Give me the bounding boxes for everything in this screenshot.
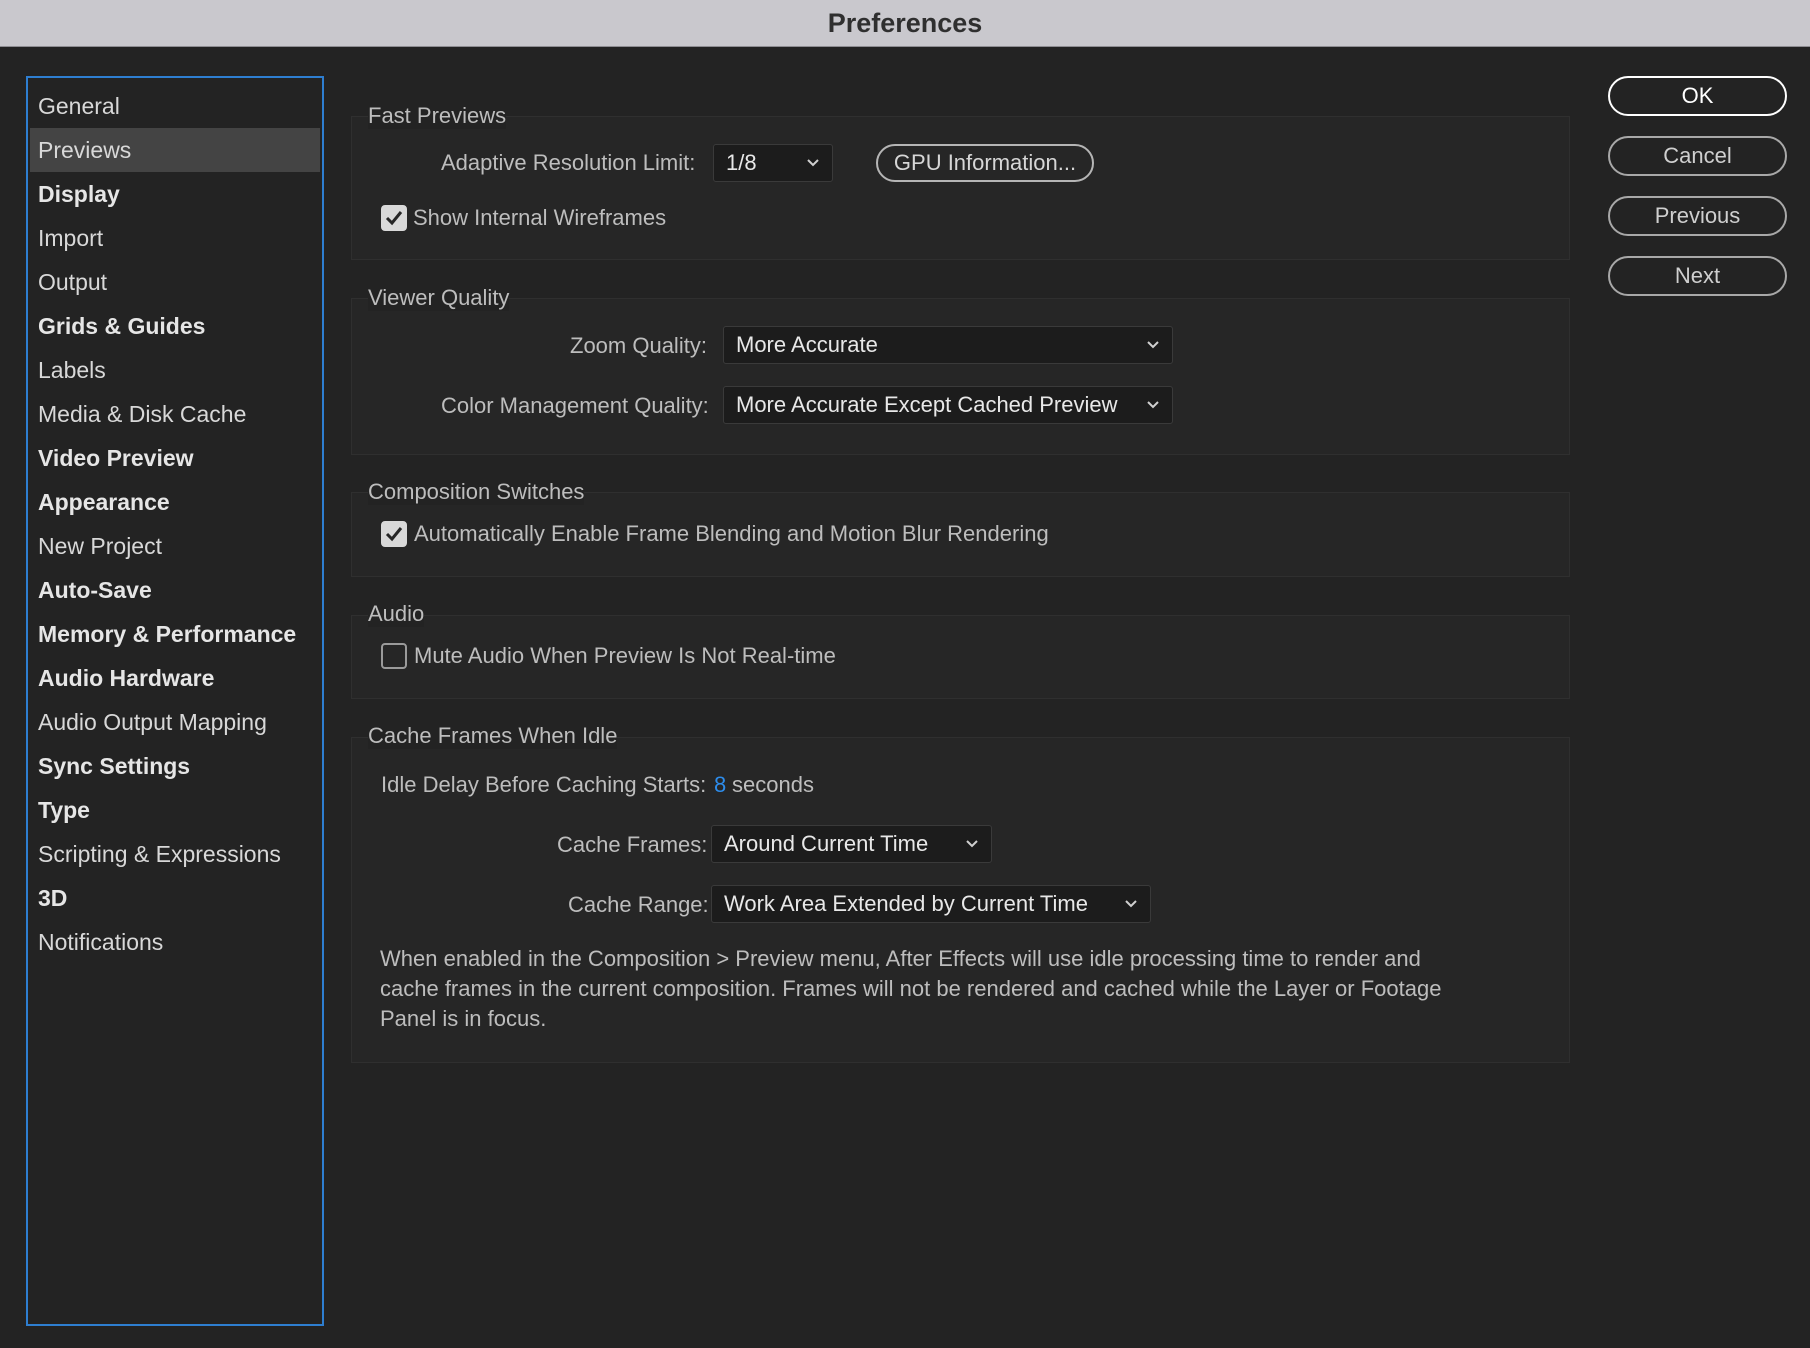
chevron-down-icon: [1147, 341, 1159, 349]
viewer-quality-title: Viewer Quality: [368, 285, 510, 311]
adaptive-resolution-dropdown[interactable]: 1/8: [713, 144, 833, 182]
chevron-down-icon: [966, 840, 978, 848]
sidebar-item-notifications[interactable]: Notifications: [28, 920, 322, 964]
mute-audio-label: Mute Audio When Preview Is Not Real-time: [414, 643, 836, 668]
composition-switches-title: Composition Switches: [368, 479, 585, 505]
sidebar-item-previews[interactable]: Previews: [30, 128, 320, 172]
cache-range-label: Cache Range:: [568, 892, 709, 917]
mute-audio-checkbox[interactable]: [381, 643, 407, 669]
sidebar-item-appearance[interactable]: Appearance: [28, 480, 322, 524]
sidebar-item-scripting-and-expressions[interactable]: Scripting & Expressions: [28, 832, 322, 876]
idle-delay-value[interactable]: 8: [714, 772, 726, 798]
cache-range-value: Work Area Extended by Current Time: [724, 891, 1088, 916]
cache-frames-value: Around Current Time: [724, 831, 929, 856]
preferences-sidebar: General Previews Display Import Output Grids …: [26, 76, 324, 1326]
idle-delay-unit: seconds: [732, 772, 814, 797]
chevron-down-icon: [1125, 900, 1137, 908]
idle-delay-label: Idle Delay Before Caching Starts:: [381, 772, 707, 797]
adaptive-resolution-label: Adaptive Resolution Limit:: [441, 150, 696, 175]
show-wireframes-checkbox[interactable]: [381, 205, 407, 231]
cache-range-dropdown[interactable]: Work Area Extended by Current Time: [711, 885, 1151, 923]
show-wireframes-label: Show Internal Wireframes: [413, 205, 667, 230]
cache-frames-dropdown[interactable]: Around Current Time: [711, 825, 992, 863]
title-bar: Preferences: [0, 0, 1810, 47]
cache-frames-label: Cache Frames:: [557, 832, 708, 857]
adaptive-resolution-value: 1/8: [726, 150, 757, 175]
cache-description: When enabled in the Composition > Previe…: [380, 946, 1442, 1031]
sidebar-item-media-and-disk-cache[interactable]: Media & Disk Cache: [28, 392, 322, 436]
sidebar-item-output[interactable]: Output: [28, 260, 322, 304]
ok-button[interactable]: OK: [1608, 76, 1787, 116]
sidebar-item-display[interactable]: Display: [28, 172, 322, 216]
gpu-information-button[interactable]: GPU Information...: [876, 144, 1094, 182]
cancel-button[interactable]: Cancel: [1608, 136, 1787, 176]
fast-previews-group: [351, 116, 1570, 260]
sidebar-item-memory-and-performance[interactable]: Memory & Performance: [28, 612, 322, 656]
cache-idle-title: Cache Frames When Idle: [368, 723, 618, 749]
window-title: Preferences: [827, 7, 983, 38]
viewer-quality-group: [351, 298, 1570, 455]
previous-button[interactable]: Previous: [1608, 196, 1787, 236]
sidebar-item-3d[interactable]: 3D: [28, 876, 322, 920]
sidebar-item-type[interactable]: Type: [28, 788, 322, 832]
sidebar-item-auto-save[interactable]: Auto-Save: [28, 568, 322, 612]
audio-title: Audio: [368, 601, 425, 627]
chevron-down-icon: [1147, 401, 1159, 409]
checkmark-icon: [385, 211, 403, 226]
sidebar-item-labels[interactable]: Labels: [28, 348, 322, 392]
sidebar-item-sync-settings[interactable]: Sync Settings: [28, 744, 322, 788]
color-management-label: Color Management Quality:: [441, 393, 709, 418]
color-management-value: More Accurate Except Cached Preview: [736, 392, 1118, 417]
auto-frame-blending-label: Automatically Enable Frame Blending and …: [414, 521, 1049, 546]
sidebar-item-audio-hardware[interactable]: Audio Hardware: [28, 656, 322, 700]
sidebar-item-video-preview[interactable]: Video Preview: [28, 436, 322, 480]
sidebar-item-new-project[interactable]: New Project: [28, 524, 322, 568]
color-management-dropdown[interactable]: More Accurate Except Cached Preview: [723, 386, 1173, 424]
zoom-quality-label: Zoom Quality:: [570, 333, 707, 358]
fast-previews-title: Fast Previews: [368, 103, 507, 129]
sidebar-item-audio-output-mapping[interactable]: Audio Output Mapping: [28, 700, 322, 744]
zoom-quality-dropdown[interactable]: More Accurate: [723, 326, 1173, 364]
sidebar-item-grids-and-guides[interactable]: Grids & Guides: [28, 304, 322, 348]
next-button[interactable]: Next: [1608, 256, 1787, 296]
sidebar-item-general[interactable]: General: [28, 84, 322, 128]
auto-frame-blending-checkbox[interactable]: [381, 521, 407, 547]
sidebar-item-import[interactable]: Import: [28, 216, 322, 260]
checkmark-icon: [385, 527, 403, 542]
zoom-quality-value: More Accurate: [736, 332, 878, 357]
chevron-down-icon: [807, 159, 819, 167]
